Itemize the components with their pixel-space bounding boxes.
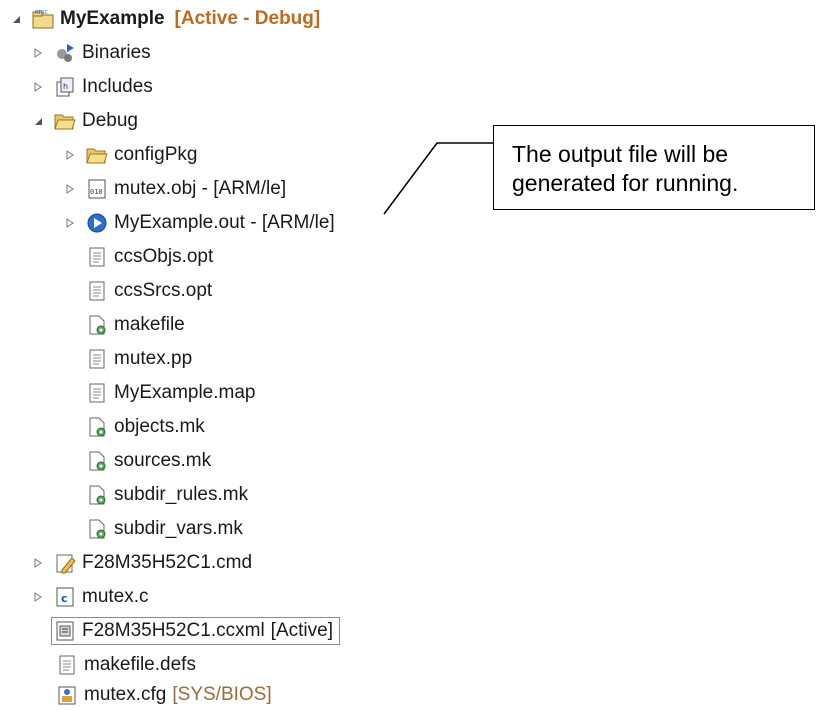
object-file-icon: 010 (86, 178, 108, 200)
text-file-icon (86, 246, 108, 268)
chevron-expanded-icon[interactable] (32, 115, 44, 127)
chevron-collapsed-icon[interactable] (32, 557, 44, 569)
item-label: sources.mk (114, 450, 212, 471)
item-label: ccsObjs.opt (114, 246, 214, 267)
makefile-icon (86, 484, 108, 506)
rtsc-config-icon (56, 684, 78, 706)
tree-item-cmd[interactable]: F28M35H52C1.cmd (32, 548, 252, 578)
tree-item-subdir-rules-mk[interactable]: subdir_rules.mk (86, 480, 248, 510)
item-label: ccsSrcs.opt (114, 280, 213, 301)
svg-text:010: 010 (90, 188, 103, 196)
item-label: mutex.c (82, 586, 149, 607)
item-label: makefile (114, 314, 185, 335)
tree-item-mutex-pp[interactable]: mutex.pp (86, 344, 192, 374)
rtsc-project-icon: RTSC (32, 8, 54, 30)
tree-item-myexample-out[interactable]: MyExample.out - [ARM/le] (64, 208, 335, 238)
item-label: configPkg (114, 144, 198, 165)
selection-box[interactable]: F28M35H52C1.ccxml [Active] (51, 617, 340, 645)
linker-cmd-icon (54, 552, 76, 574)
makefile-icon (86, 450, 108, 472)
executable-icon (86, 212, 108, 234)
tree-item-includes[interactable]: h Includes (32, 72, 153, 102)
includes-icon: h (54, 76, 76, 98)
item-label: MyExample.map (114, 382, 256, 403)
makefile-icon (86, 416, 108, 438)
chevron-collapsed-icon[interactable] (32, 591, 44, 603)
binaries-icon (54, 42, 76, 64)
text-file-icon (56, 654, 78, 676)
item-label: subdir_rules.mk (114, 484, 249, 505)
item-label: subdir_vars.mk (114, 518, 243, 539)
tree-item-ccxml[interactable]: F28M35H52C1.ccxml [Active] (51, 616, 340, 646)
tree-item-makefile-defs[interactable]: makefile.defs (56, 650, 196, 680)
item-label: mutex.obj - [ARM/le] (114, 178, 287, 199)
item-label: F28M35H52C1.ccxml (82, 620, 265, 641)
tree-item-myexample-map[interactable]: MyExample.map (86, 378, 256, 408)
callout-text: The output file will be generated for ru… (512, 141, 739, 196)
project-name: MyExample (60, 8, 165, 29)
tree-item-objects-mk[interactable]: objects.mk (86, 412, 205, 442)
svg-text:RTSC: RTSC (35, 10, 48, 16)
chevron-expanded-icon[interactable] (10, 13, 22, 25)
item-label: Includes (82, 76, 153, 97)
chevron-collapsed-icon[interactable] (64, 149, 76, 161)
tree-item-binaries[interactable]: Binaries (32, 38, 151, 68)
item-label: mutex.pp (114, 348, 193, 369)
tree-item-project[interactable]: RTSC MyExample [Active - Debug] (10, 4, 320, 34)
item-label: mutex.cfg (84, 684, 167, 705)
callout-box: The output file will be generated for ru… (493, 125, 815, 210)
tree-item-mutex-cfg[interactable]: mutex.cfg [SYS/BIOS] (56, 680, 272, 710)
text-file-icon (86, 280, 108, 302)
project-decoration: [Active - Debug] (174, 8, 321, 29)
c-source-icon: c (54, 586, 76, 608)
target-config-icon (54, 620, 76, 642)
chevron-collapsed-icon[interactable] (64, 217, 76, 229)
item-label: Binaries (82, 42, 151, 63)
tree-item-sources-mk[interactable]: sources.mk (86, 446, 211, 476)
makefile-icon (86, 518, 108, 540)
item-decoration: [SYS/BIOS] (172, 684, 272, 705)
tree-item-configpkg[interactable]: configPkg (64, 140, 197, 170)
text-file-icon (86, 382, 108, 404)
item-decoration: [Active] (270, 620, 333, 641)
makefile-icon (86, 314, 108, 336)
item-label: F28M35H52C1.cmd (82, 552, 253, 573)
text-file-icon (86, 348, 108, 370)
tree-item-ccsobjs-opt[interactable]: ccsObjs.opt (86, 242, 213, 272)
tree-item-subdir-vars-mk[interactable]: subdir_vars.mk (86, 514, 243, 544)
folder-open-icon (54, 110, 76, 132)
tree-item-makefile[interactable]: makefile (86, 310, 185, 340)
tree-item-mutex-obj[interactable]: 010 mutex.obj - [ARM/le] (64, 174, 286, 204)
item-label: Debug (82, 110, 138, 131)
tree-item-mutex-c[interactable]: c mutex.c (32, 582, 149, 612)
item-label: MyExample.out - [ARM/le] (114, 212, 335, 233)
item-label: makefile.defs (84, 654, 196, 675)
tree-item-ccssrcs-opt[interactable]: ccsSrcs.opt (86, 276, 212, 306)
svg-text:c: c (61, 592, 68, 605)
project-explorer-tree: RTSC MyExample [Active - Debug] Binaries… (0, 0, 817, 705)
folder-icon (86, 144, 108, 166)
chevron-collapsed-icon[interactable] (32, 81, 44, 93)
chevron-collapsed-icon[interactable] (32, 47, 44, 59)
svg-text:h: h (63, 82, 68, 91)
tree-item-debug[interactable]: Debug (32, 106, 138, 136)
chevron-collapsed-icon[interactable] (64, 183, 76, 195)
item-label: objects.mk (114, 416, 205, 437)
